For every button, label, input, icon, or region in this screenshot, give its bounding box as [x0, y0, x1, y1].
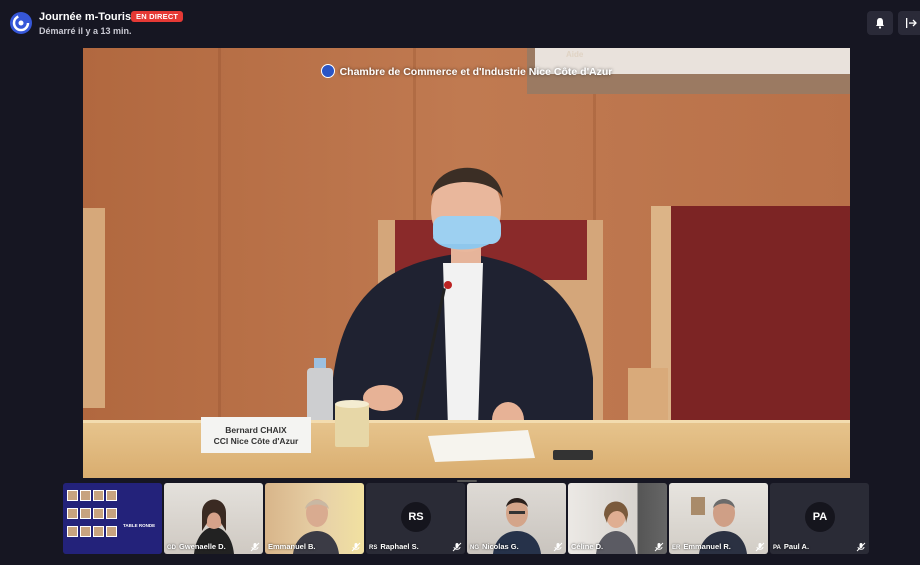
background-sign: Aide: [566, 50, 584, 59]
avatar: RS: [401, 502, 431, 532]
leave-icon: [906, 18, 917, 28]
mic-muted-icon: [351, 542, 361, 552]
participant-tile[interactable]: Emmanuel B.: [265, 483, 364, 554]
bell-icon: [876, 18, 884, 29]
mic-muted-icon: [452, 542, 462, 552]
participant-tile[interactable]: NG Nicolas G.: [467, 483, 566, 554]
brand-logo-icon: [10, 12, 32, 34]
mic-muted-icon: [755, 542, 765, 552]
nameplate-name: Bernard CHAIX: [225, 425, 287, 435]
participant-name: ER Emmanuel R.: [672, 542, 731, 551]
stage-title: Chambre de Commerce et d'Industrie Nice …: [83, 64, 850, 78]
participant-tile[interactable]: GD Gwenaelle D.: [164, 483, 263, 554]
speaker-nameplate: Bernard CHAIX CCI Nice Côte d'Azur: [201, 417, 311, 453]
elapsed-time: Démarré il y a 13 min.: [39, 26, 132, 36]
participants-strip: TABLE RONDE GD Gwenaelle D. Emmanuel B. R…: [63, 483, 871, 555]
mic-muted-icon: [553, 542, 563, 552]
mic-muted-icon: [654, 542, 664, 552]
participant-name: GD Gwenaelle D.: [167, 542, 226, 551]
cci-logo-icon: [320, 64, 335, 78]
mic-muted-icon: [856, 542, 866, 552]
poster-title: TABLE RONDE: [123, 523, 156, 528]
leave-button[interactable]: [898, 11, 920, 35]
participant-name: Emmanuel B.: [268, 542, 316, 551]
participant-tile[interactable]: Céline D.: [568, 483, 667, 554]
participant-name: RS Raphael S.: [369, 542, 419, 551]
participant-name: Céline D.: [571, 542, 604, 551]
event-poster: TABLE RONDE: [63, 483, 162, 554]
main-video-stage[interactable]: Chambre de Commerce et d'Industrie Nice …: [83, 48, 850, 478]
resize-handle[interactable]: [457, 480, 477, 482]
participant-tile[interactable]: ER Emmanuel R.: [669, 483, 768, 554]
live-badge: EN DIRECT: [131, 11, 184, 22]
notifications-button[interactable]: [867, 11, 893, 35]
avatar: PA: [805, 502, 835, 532]
participant-name: PA Paul A.: [773, 542, 810, 551]
participant-name: NG Nicolas G.: [470, 542, 519, 551]
participant-tile[interactable]: RS RS Raphael S.: [366, 483, 465, 554]
participant-tile-poster[interactable]: TABLE RONDE: [63, 483, 162, 554]
stage-title-text: Chambre de Commerce et d'Industrie Nice …: [339, 66, 613, 78]
nameplate-organization: CCI Nice Côte d'Azur: [213, 436, 299, 446]
top-bar: Journée m-Tourisme EN DIRECT Démarré il …: [0, 0, 920, 46]
mic-muted-icon: [250, 542, 260, 552]
speaker-video: [83, 48, 850, 478]
participant-tile[interactable]: PA PA Paul A.: [770, 483, 869, 554]
